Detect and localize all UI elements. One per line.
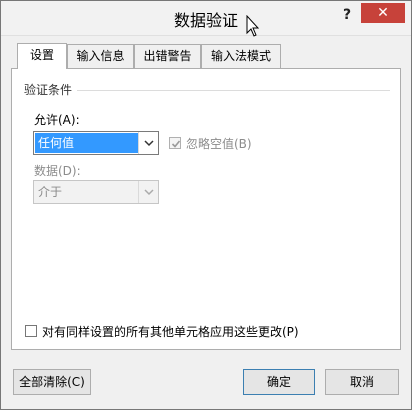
mouse-cursor-icon bbox=[246, 15, 260, 37]
tab-input-message[interactable]: 输入信息 bbox=[67, 44, 134, 68]
chevron-down-icon[interactable] bbox=[138, 132, 158, 154]
help-button[interactable]: ? bbox=[338, 5, 356, 25]
ignore-blank-label: 忽略空值(B) bbox=[186, 137, 252, 151]
apply-to-all-label: 对有同样设置的所有其他单元格应用这些更改(P) bbox=[42, 325, 299, 339]
data-dropdown[interactable]: 介于 bbox=[33, 180, 159, 204]
tab-ime-mode[interactable]: 输入法模式 bbox=[201, 44, 281, 68]
data-label: 数据(D): bbox=[34, 164, 81, 178]
allow-dropdown-value: 任何值 bbox=[35, 133, 138, 153]
validation-criteria-label: 验证条件 bbox=[24, 83, 73, 97]
close-button[interactable]: ✕ bbox=[361, 3, 405, 23]
group-divider bbox=[77, 90, 390, 91]
apply-to-all-checkbox[interactable] bbox=[25, 325, 37, 337]
data-dropdown-value: 介于 bbox=[38, 185, 63, 199]
checkmark-icon bbox=[171, 140, 181, 148]
allow-dropdown[interactable]: 任何值 bbox=[33, 131, 159, 155]
clear-all-button[interactable]: 全部清除(C) bbox=[13, 369, 91, 395]
chevron-down-icon[interactable] bbox=[138, 181, 158, 203]
data-validation-dialog: 数据验证 ? ✕ 设置 输入信息 出错警告 输入法模式 验证条件 允许(A): … bbox=[0, 0, 412, 410]
allow-label: 允许(A): bbox=[34, 113, 80, 127]
settings-panel: 验证条件 允许(A): 任何值 忽略空值(B) 数据(D): 介于 对有同样设置… bbox=[11, 68, 401, 350]
ok-button[interactable]: 确定 bbox=[243, 369, 315, 395]
tab-settings[interactable]: 设置 bbox=[17, 43, 67, 69]
ignore-blank-checkbox[interactable] bbox=[169, 137, 181, 149]
cancel-button[interactable]: 取消 bbox=[325, 369, 399, 395]
tab-error-alert[interactable]: 出错警告 bbox=[134, 44, 201, 68]
title-bar: 数据验证 ? ✕ bbox=[1, 1, 411, 36]
